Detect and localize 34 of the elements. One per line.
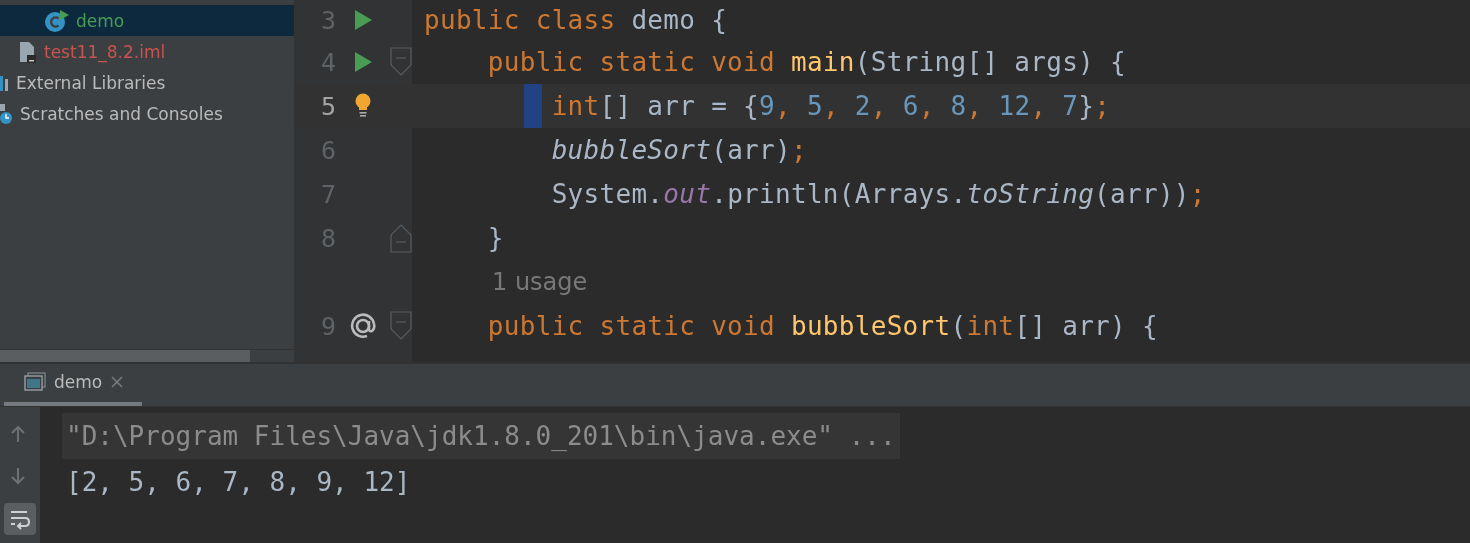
at-sign-icon	[350, 313, 376, 339]
code-line: System.out.println(Arrays.toString(arr));	[550, 179, 1206, 209]
run-icon	[353, 9, 373, 31]
tree-item[interactable]: External Libraries	[0, 67, 294, 98]
code-line: public static void bubbleSort(int[] arr) {	[486, 311, 1158, 341]
tree-item-label: test11_8.2.iml	[44, 41, 166, 62]
tree-item-label: demo	[76, 10, 125, 31]
soft-wrap-button[interactable]	[4, 503, 36, 535]
scrollbar-thumb[interactable]	[0, 350, 250, 362]
code-line: bubbleSort(arr);	[550, 135, 807, 165]
console-icon	[24, 372, 46, 392]
output-line: [2, 5, 6, 7, 8, 9, 12]	[65, 466, 412, 499]
lightbulb-icon	[354, 93, 372, 119]
usage-hint[interactable]: 1 usage	[492, 268, 588, 296]
close-icon	[110, 375, 125, 389]
fold-icon	[390, 223, 412, 253]
file-icon	[18, 39, 38, 64]
clock-icon	[0, 102, 14, 125]
tree-item[interactable]: Scratches and Consoles	[0, 98, 294, 129]
tree-item-label: External Libraries	[16, 72, 166, 93]
fold-icon	[390, 47, 412, 77]
class-icon	[44, 8, 70, 33]
tree-item-label: Scratches and Consoles	[20, 103, 223, 124]
code-line: public class demo {	[424, 5, 728, 35]
code-line: int[] arr = {9, 5, 2, 6, 8, 12, 7};	[550, 91, 1111, 121]
tree-item[interactable]: demo	[0, 5, 294, 36]
soft-wrap-icon	[9, 508, 31, 530]
code-line: }	[486, 223, 504, 253]
code-editor[interactable]	[294, 0, 1470, 362]
fold-icon	[390, 311, 412, 341]
run-icon	[353, 51, 373, 73]
scrollbar[interactable]	[0, 349, 294, 362]
line-number: 5	[319, 91, 336, 121]
code-line: public static void main(String[] args) {	[486, 47, 1126, 77]
